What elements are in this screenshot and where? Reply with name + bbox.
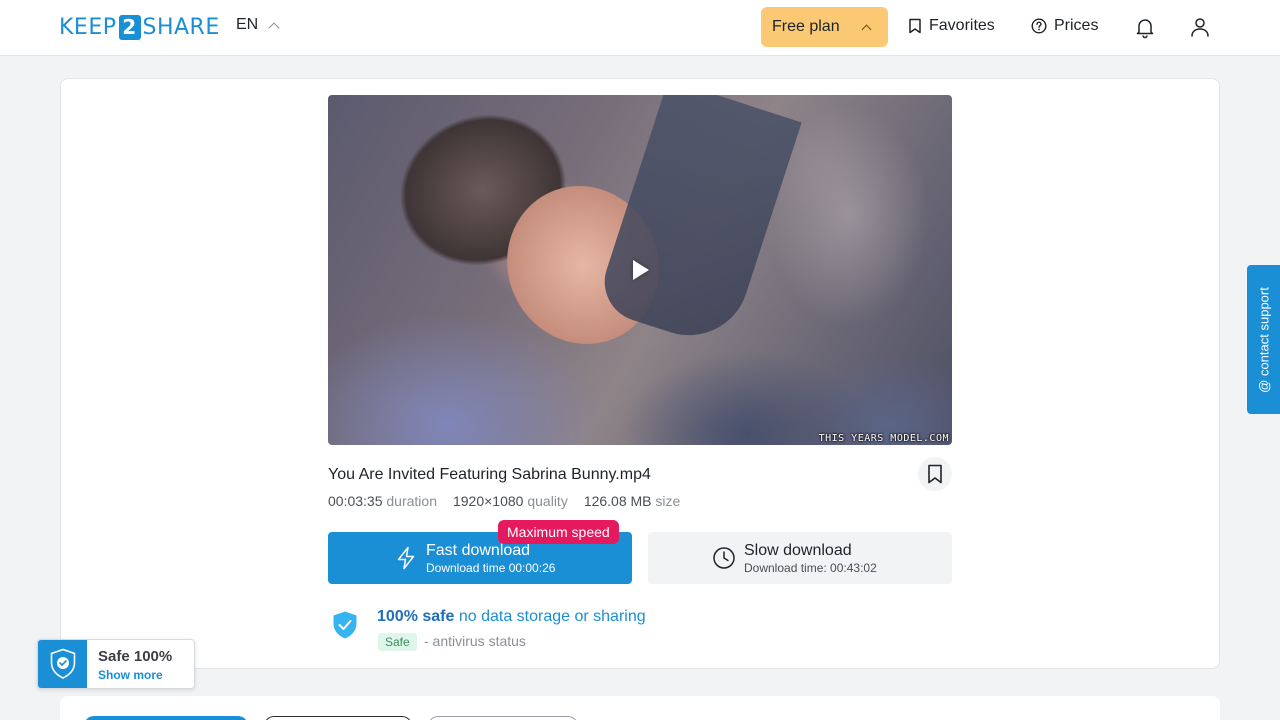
meta-duration: 00:03:35 duration <box>328 493 437 509</box>
bookmark-icon <box>909 18 921 34</box>
top-header: KEEP 2 SHARE EN Free plan Favorites Prices <box>0 0 1280 56</box>
meta-size: 126.08 MB size <box>584 493 681 509</box>
slow-download-label: Slow download <box>744 542 852 559</box>
meta-quality: 1920×1080 quality <box>453 493 568 509</box>
slow-download-button[interactable]: Slow download Download time: 00:43:02 <box>648 532 952 584</box>
show-more-link[interactable]: Show more <box>98 668 163 682</box>
quality-label: quality <box>527 493 568 509</box>
fast-download-time: Download time 00:00:26 <box>426 561 556 575</box>
contact-support-label: @ contact support <box>1256 286 1271 393</box>
video-subject-arm <box>594 95 802 351</box>
quality-value: 1920×1080 <box>452 493 524 509</box>
maximum-speed-badge: Maximum speed <box>498 520 619 544</box>
language-label: EN <box>236 16 259 33</box>
logo-text-keep: KEEP <box>59 15 117 40</box>
free-plan-button[interactable]: Free plan <box>761 7 888 47</box>
duration-label: duration <box>386 493 437 509</box>
language-selector[interactable]: EN <box>236 16 280 34</box>
chevron-up-icon <box>268 21 280 34</box>
video-watermark: THIS YEARS MODEL.COM <box>818 433 949 444</box>
safety-headline-strong: 100% safe <box>377 608 455 625</box>
slow-download-time: Download time: 00:43:02 <box>744 561 877 575</box>
bell-icon[interactable] <box>1133 15 1157 39</box>
add-to-favorites-button[interactable] <box>918 457 952 491</box>
prices-label: Prices <box>1054 17 1099 34</box>
size-label: size <box>655 493 681 509</box>
safe-badge-title: Safe 100% <box>98 648 173 665</box>
video-preview[interactable]: THIS YEARS MODEL.COM <box>328 95 952 445</box>
fast-download-label: Fast download <box>426 542 531 559</box>
file-title: You Are Invited Featuring Sabrina Bunny.… <box>328 466 651 483</box>
question-circle-icon <box>1031 18 1047 34</box>
shield-check-icon <box>50 648 75 679</box>
shield-check-icon <box>333 611 357 639</box>
safety-headline-rest: no data storage or sharing <box>454 608 646 625</box>
logo-mark-2: 2 <box>118 15 141 40</box>
play-icon[interactable] <box>633 260 649 280</box>
contact-support-tab[interactable]: @ contact support <box>1247 265 1280 414</box>
favorites-label: Favorites <box>929 17 995 34</box>
antivirus-status-text: - antivirus status <box>424 633 526 649</box>
favorites-link[interactable]: Favorites <box>908 17 995 35</box>
clock-icon <box>713 547 735 569</box>
size-value: 126.08 MB <box>583 493 652 509</box>
tab-secondary[interactable] <box>264 716 412 720</box>
chevron-up-icon <box>861 24 872 35</box>
duration-value: 00:03:35 <box>328 493 383 509</box>
free-plan-label: Free plan <box>772 18 840 35</box>
logo-text-share: SHARE <box>142 15 220 40</box>
file-meta: 00:03:35 duration 1920×1080 quality 126.… <box>328 493 696 509</box>
safety-headline: 100% safe no data storage or sharing <box>377 608 646 626</box>
tab-primary[interactable] <box>84 716 248 720</box>
safe-badge-icon-box <box>38 640 87 688</box>
lightning-icon <box>397 546 415 570</box>
antivirus-status-tag: Safe <box>378 633 417 651</box>
prices-link[interactable]: Prices <box>1031 17 1098 35</box>
keep2share-logo[interactable]: KEEP 2 SHARE <box>59 14 220 41</box>
user-icon[interactable] <box>1188 15 1212 39</box>
tab-tertiary[interactable] <box>428 716 578 720</box>
safe-badge[interactable]: Safe 100% Show more <box>37 639 195 689</box>
bookmark-icon <box>928 464 942 484</box>
